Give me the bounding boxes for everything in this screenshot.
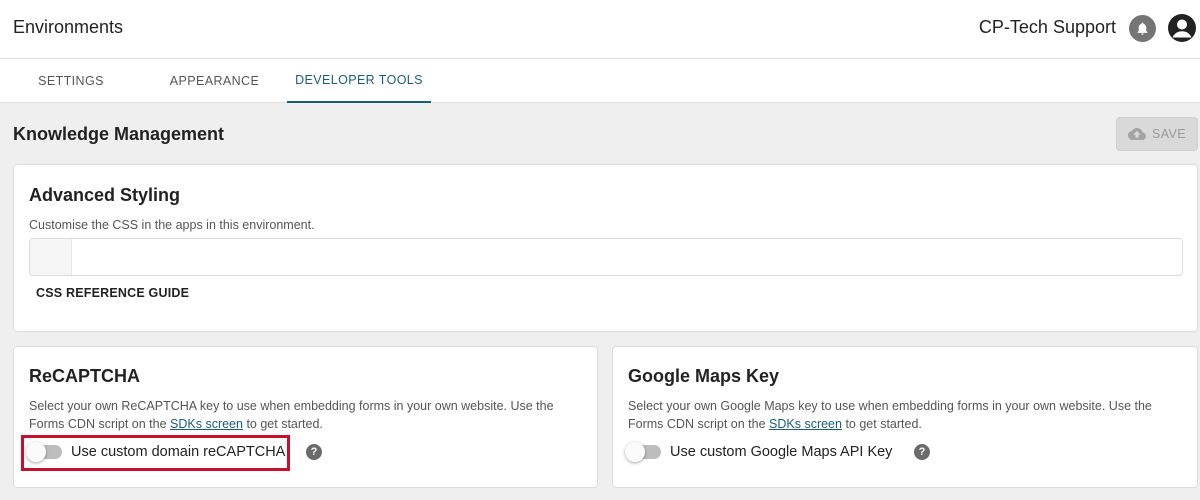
tab-developer-tools[interactable]: DEVELOPER TOOLS <box>287 59 431 103</box>
advanced-styling-title: Advanced Styling <box>29 185 181 205</box>
google-maps-toggle[interactable] <box>625 442 661 462</box>
advanced-styling-description: Customise the CSS in the apps in this en… <box>29 218 315 232</box>
save-button[interactable]: SAVE <box>1116 117 1198 151</box>
account-circle-icon[interactable] <box>1168 14 1196 42</box>
css-editor[interactable] <box>29 238 1183 276</box>
help-icon[interactable]: ? <box>306 444 322 460</box>
sdks-screen-link[interactable]: SDKs screen <box>769 417 842 431</box>
google-maps-card: Google Maps Key Select your own Google M… <box>612 346 1198 488</box>
toggle-knob <box>625 442 645 462</box>
user-name[interactable]: CP-Tech Support <box>979 17 1116 38</box>
tab-appearance[interactable]: APPEARANCE <box>142 59 287 103</box>
google-maps-title: Google Maps Key <box>628 366 780 386</box>
css-reference-guide-link[interactable]: CSS REFERENCE GUIDE <box>36 286 189 300</box>
help-icon[interactable]: ? <box>914 444 930 460</box>
page-title: Environments <box>13 17 124 37</box>
google-maps-description: Select your own Google Maps key to use w… <box>628 399 1152 431</box>
bell-icon[interactable] <box>1129 15 1156 42</box>
sdks-screen-link[interactable]: SDKs screen <box>170 417 243 431</box>
google-maps-toggle-row: Use custom Google Maps API Key <box>625 442 893 462</box>
highlight-box <box>21 435 290 471</box>
save-label: SAVE <box>1151 127 1187 141</box>
recaptcha-title: ReCAPTCHA <box>29 366 141 386</box>
editor-gutter <box>30 239 72 275</box>
top-bar: Environments CP-Tech Support <box>0 0 1200 59</box>
tab-bar: SETTINGS APPEARANCE DEVELOPER TOOLS <box>0 59 1200 103</box>
advanced-styling-card: Advanced Styling Customise the CSS in th… <box>13 164 1198 332</box>
recaptcha-description: Select your own ReCAPTCHA key to use whe… <box>29 399 554 431</box>
google-maps-toggle-label: Use custom Google Maps API Key <box>670 444 893 460</box>
tab-settings[interactable]: SETTINGS <box>0 59 142 103</box>
cloud-upload-icon <box>1127 127 1146 141</box>
section-title: Knowledge Management <box>13 124 225 144</box>
